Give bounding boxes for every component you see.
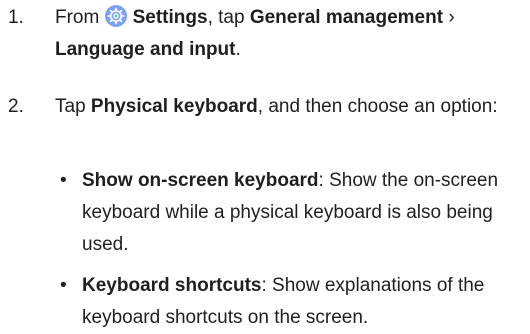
step-text: From Settings, tap General management › … bbox=[55, 2, 523, 66]
step-text: Tap Physical keyboard, and then choose a… bbox=[55, 91, 523, 123]
step-prefix: From bbox=[55, 7, 105, 28]
settings-gear-icon bbox=[104, 5, 127, 27]
step-number: 1. bbox=[8, 7, 24, 28]
option-title: Keyboard shortcuts bbox=[82, 275, 262, 296]
step-suffix: , and then choose an option: bbox=[257, 96, 498, 117]
step-connector: , tap bbox=[207, 7, 250, 28]
language-input-label: Language and input bbox=[55, 39, 236, 60]
bullet: • bbox=[60, 275, 67, 296]
breadcrumb-separator: › bbox=[443, 7, 455, 28]
physical-keyboard-label: Physical keyboard bbox=[90, 96, 258, 117]
step-prefix: Tap bbox=[55, 96, 91, 117]
general-management-label: General management bbox=[249, 7, 444, 28]
settings-label: Settings bbox=[132, 7, 208, 28]
option-text: Show on-screen keyboard: Show the on-scr… bbox=[82, 165, 524, 261]
step-end: . bbox=[235, 39, 241, 60]
step-number: 2. bbox=[8, 96, 24, 117]
option-title: Show on-screen keyboard bbox=[82, 170, 319, 191]
option-text: Keyboard shortcuts: Show explanations of… bbox=[82, 270, 524, 334]
bullet: • bbox=[60, 170, 67, 191]
